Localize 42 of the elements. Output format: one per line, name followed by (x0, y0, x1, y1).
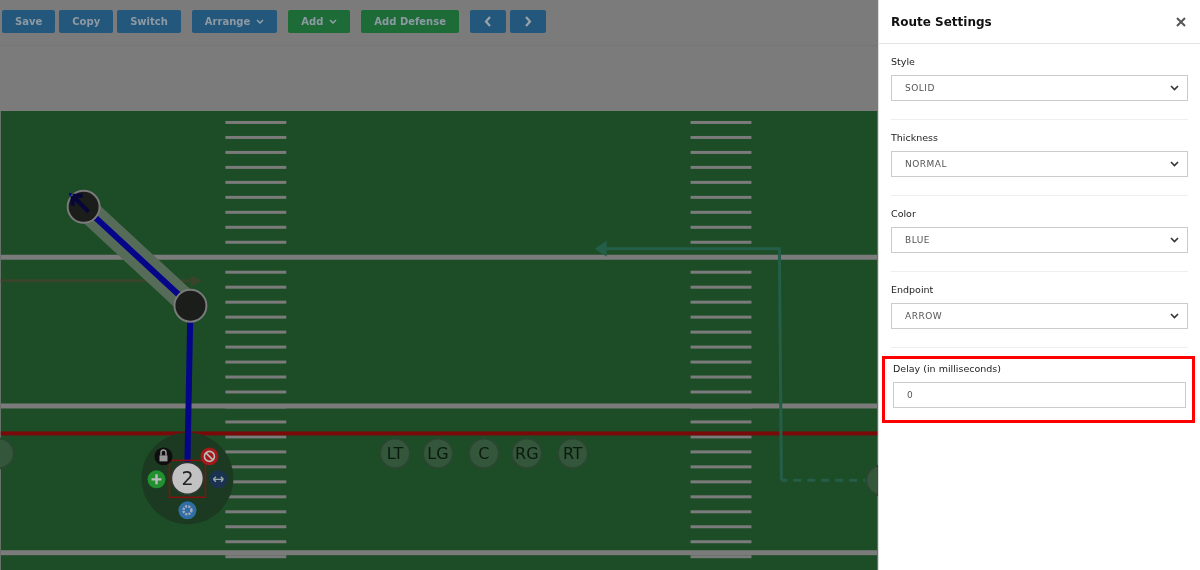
arrows-icon[interactable] (209, 470, 228, 489)
field-label: Thickness (891, 132, 939, 143)
player-marker[interactable]: LT (379, 437, 412, 470)
toolbar-button[interactable]: Copy (59, 9, 114, 33)
field-label: Color (891, 208, 917, 219)
route-node[interactable] (173, 288, 208, 323)
chevron-left-icon (483, 15, 492, 27)
caret-icon (256, 18, 265, 24)
player-marker[interactable]: 2 (168, 459, 207, 498)
route-endpoint[interactable] (66, 189, 101, 224)
panel-title: Route Settings (891, 14, 992, 29)
caret-icon (1170, 161, 1179, 167)
caret-icon (329, 18, 338, 24)
caret-icon (1170, 237, 1179, 243)
caret-icon (1170, 85, 1179, 91)
select-field[interactable]: SOLID (891, 75, 1188, 101)
input-field[interactable]: 0 (893, 382, 1186, 408)
field-label: Endpoint (891, 284, 935, 295)
toolbar-button[interactable]: Save (2, 9, 56, 33)
toolbar-button[interactable]: Switch (117, 9, 181, 33)
player-marker[interactable] (0, 437, 15, 470)
settings-icon[interactable] (178, 501, 197, 520)
player-marker[interactable]: RG (510, 437, 543, 470)
toolbar-button[interactable]: Arrange (191, 9, 278, 33)
block-icon[interactable] (200, 447, 219, 466)
field-label: Style (891, 56, 916, 67)
select-field[interactable]: NORMAL (891, 151, 1188, 177)
plus-icon[interactable] (147, 470, 166, 489)
toolbar-button[interactable]: Add Defense (361, 9, 459, 33)
toolbar-button[interactable]: Add (288, 9, 351, 33)
next-button[interactable] (509, 9, 546, 33)
lock-icon[interactable] (154, 447, 173, 466)
chevron-right-icon (523, 15, 532, 27)
close-icon[interactable] (1176, 16, 1186, 27)
player-marker[interactable]: RT (556, 437, 589, 470)
player-marker[interactable] (865, 464, 878, 497)
select-field[interactable]: BLUE (891, 227, 1188, 253)
player-marker[interactable]: C (467, 437, 500, 470)
field-label: Delay (in milliseconds) (893, 363, 1002, 374)
previous-button[interactable] (469, 9, 506, 33)
select-field[interactable]: ARROW (891, 303, 1188, 329)
caret-icon (1170, 313, 1179, 319)
